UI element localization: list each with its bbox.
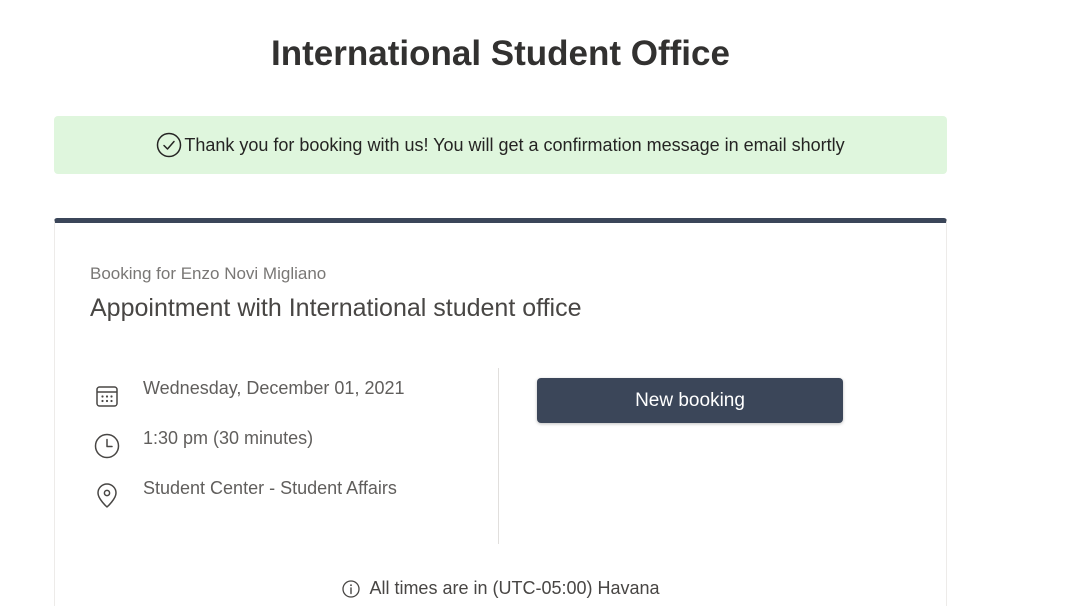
booking-date: Wednesday, December 01, 2021: [143, 378, 405, 398]
service-title: Appointment with International student o…: [90, 294, 582, 322]
success-banner: Thank you for booking with us! You will …: [54, 116, 947, 174]
booking-card: Booking for Enzo Novi Migliano Appointme…: [54, 218, 947, 606]
success-message: Thank you for booking with us! You will …: [184, 134, 845, 155]
vertical-divider: [498, 368, 499, 544]
timezone-text: All times are in (UTC-05:00) Havana: [369, 578, 660, 598]
booking-confirmation-page: International Student Office Thank you f…: [0, 0, 1077, 606]
location-row: Student Center - Student Affairs: [90, 478, 480, 528]
booking-details: Wednesday, December 01, 2021 1:30 pm (30…: [90, 378, 480, 528]
new-booking-button[interactable]: New booking: [537, 378, 843, 423]
calendar-icon: [93, 382, 121, 410]
page-title: International Student Office: [271, 34, 730, 73]
timezone-note: All times are in (UTC-05:00) Havana: [55, 578, 946, 599]
clock-icon: [93, 432, 121, 460]
time-row: 1:30 pm (30 minutes): [90, 428, 480, 478]
check-circle-icon: [156, 132, 182, 158]
location-pin-icon: [93, 482, 121, 510]
date-row: Wednesday, December 01, 2021: [90, 378, 480, 428]
booking-location: Student Center - Student Affairs: [143, 478, 397, 498]
info-icon: [341, 579, 361, 599]
booking-time: 1:30 pm (30 minutes): [143, 428, 314, 448]
booking-for-label: Booking for Enzo Novi Migliano: [90, 264, 327, 283]
